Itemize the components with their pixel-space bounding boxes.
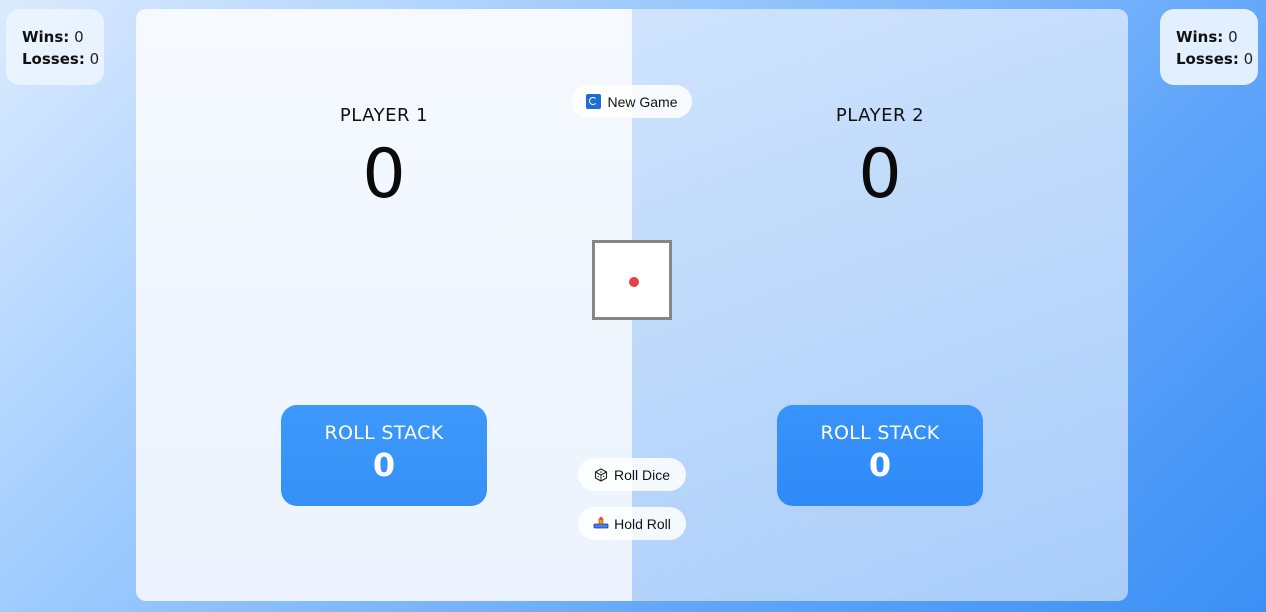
player2-panel: PLAYER 2 0 ROLL STACK 0 xyxy=(632,9,1128,601)
dice-pip xyxy=(629,277,639,287)
roll-stack-label: ROLL STACK xyxy=(820,422,940,444)
player1-score: 0 xyxy=(362,135,406,214)
player1-name: PLAYER 1 xyxy=(339,105,429,126)
wins-label: Wins: xyxy=(1176,28,1224,46)
player1-record: Wins: 0 Losses: 0 xyxy=(6,9,104,85)
new-game-button[interactable]: New Game xyxy=(572,85,692,118)
roll-dice-button[interactable]: Roll Dice xyxy=(578,458,686,491)
losses-label: Losses: xyxy=(1176,50,1239,68)
refresh-icon xyxy=(586,94,602,109)
losses-count: 0 xyxy=(89,50,100,68)
hold-icon xyxy=(593,516,609,531)
roll-stack-value: 0 xyxy=(372,446,396,484)
player1-roll-stack: ROLL STACK 0 xyxy=(281,405,487,506)
wins-label: Wins: xyxy=(22,28,70,46)
losses-count: 0 xyxy=(1243,50,1254,68)
roll-dice-label: Roll Dice xyxy=(613,466,670,483)
dice xyxy=(592,240,672,320)
roll-stack-value: 0 xyxy=(868,446,892,484)
dice-icon xyxy=(594,467,608,482)
player2-score: 0 xyxy=(858,135,902,214)
roll-stack-label: ROLL STACK xyxy=(324,422,444,444)
player1-panel: PLAYER 1 0 ROLL STACK 0 xyxy=(136,9,632,601)
new-game-label: New Game xyxy=(607,93,678,110)
losses-label: Losses: xyxy=(22,50,85,68)
wins-count: 0 xyxy=(1228,28,1238,46)
player2-name: PLAYER 2 xyxy=(835,105,925,126)
wins-count: 0 xyxy=(74,28,84,46)
hold-roll-button[interactable]: Hold Roll xyxy=(578,507,686,540)
player2-roll-stack: ROLL STACK 0 xyxy=(777,405,983,506)
hold-roll-label: Hold Roll xyxy=(614,515,671,532)
player2-record: Wins: 0 Losses: 0 xyxy=(1160,9,1258,85)
